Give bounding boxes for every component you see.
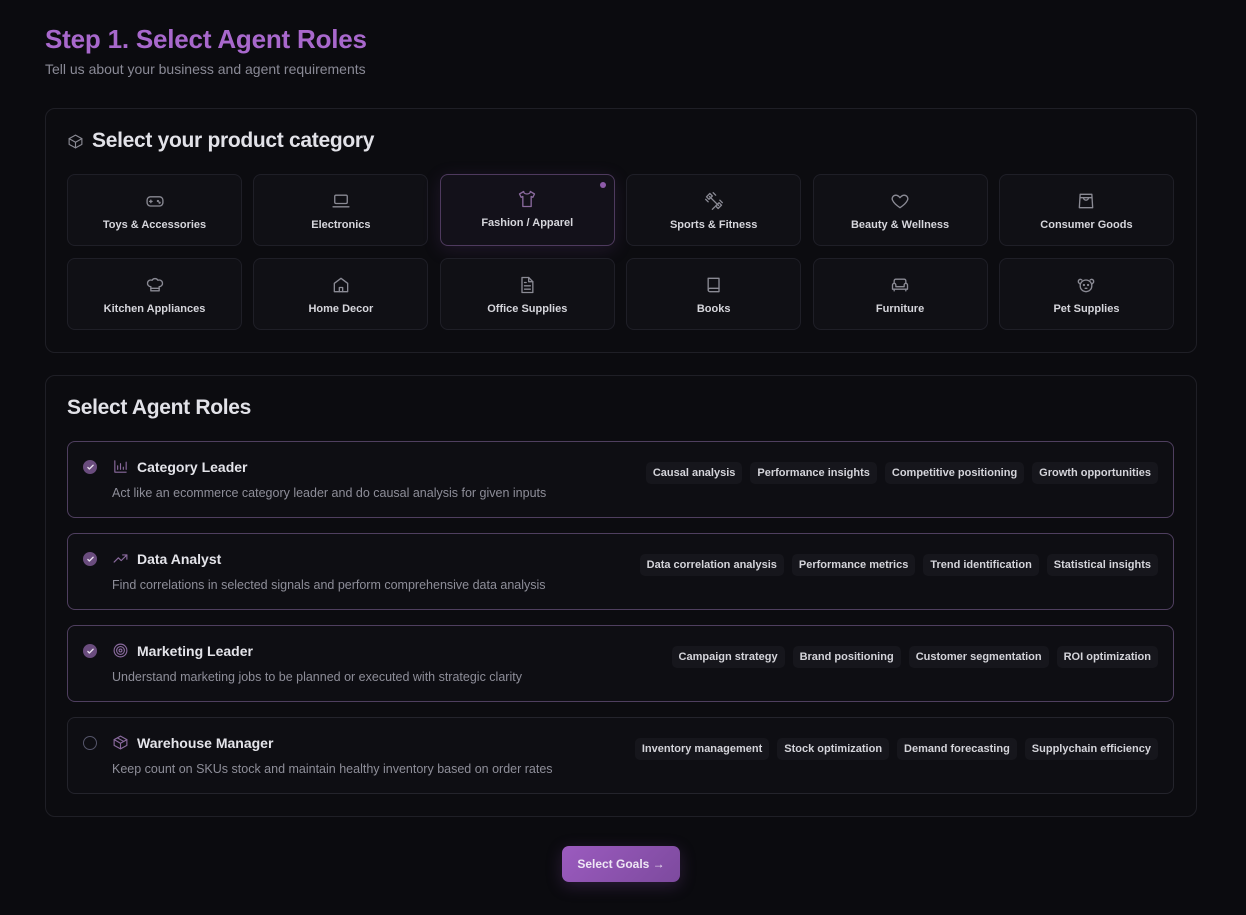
role-tags: Inventory management Stock optimization …: [634, 738, 1158, 760]
chef-hat-icon: [146, 277, 163, 292]
package-icon: [113, 735, 128, 750]
category-tile-electronics[interactable]: Electronics: [253, 174, 429, 246]
role-tag: Demand forecasting: [897, 738, 1017, 760]
role-tag: ROI optimization: [1056, 646, 1158, 668]
category-tile-kitchen[interactable]: Kitchen Appliances: [67, 258, 242, 330]
category-tile-toys[interactable]: Toys & Accessories: [67, 174, 242, 246]
category-label: Pet Supplies: [1053, 303, 1120, 315]
pet-icon: [1078, 278, 1095, 293]
role-description: Act like an ecommerce category leader an…: [112, 486, 547, 500]
shopping-bag-icon: [1079, 193, 1094, 209]
laptop-icon: [332, 194, 350, 208]
check-icon: [86, 556, 94, 562]
role-checkbox[interactable]: [83, 736, 97, 750]
role-tag: Data correlation analysis: [639, 554, 784, 576]
file-text-icon: [521, 276, 534, 294]
role-card-warehouse-manager[interactable]: Warehouse Manager Keep count on SKUs sto…: [67, 717, 1174, 794]
category-tile-books[interactable]: Books: [626, 258, 802, 330]
category-tile-sports[interactable]: Sports & Fitness: [626, 174, 802, 246]
box-icon: [68, 134, 83, 148]
category-tile-beauty[interactable]: Beauty & Wellness: [812, 174, 988, 246]
roles-title: Select Agent Roles: [67, 396, 252, 419]
category-label: Toys & Accessories: [102, 219, 207, 231]
book-icon: [707, 277, 720, 293]
role-tag: Customer segmentation: [908, 646, 1049, 668]
role-description: Find correlations in selected signals an…: [112, 578, 546, 592]
role-name: Marketing Leader: [137, 643, 253, 659]
trending-up-icon: [113, 554, 128, 563]
page-title: Step 1. Select Agent Roles: [45, 24, 367, 54]
select-goals-button[interactable]: Select Goals →: [562, 846, 680, 882]
role-tags: Causal analysis Performance insights Com…: [645, 462, 1158, 484]
role-checkbox[interactable]: [83, 644, 97, 658]
sofa-icon: [891, 278, 909, 292]
role-name: Data Analyst: [137, 551, 222, 567]
agent-roles-card: Select Agent Roles Category Leader Act l…: [45, 375, 1197, 817]
role-description: Keep count on SKUs stock and maintain he…: [112, 762, 553, 776]
check-icon: [86, 464, 94, 470]
role-tag: Inventory management: [634, 738, 770, 760]
role-tags: Campaign strategy Brand positioning Cust…: [671, 646, 1158, 668]
role-name: Warehouse Manager: [137, 735, 274, 751]
page-subtitle: Tell us about your business and agent re…: [45, 61, 366, 77]
category-label: Furniture: [875, 303, 925, 315]
role-tag: Stock optimization: [777, 738, 890, 760]
bar-chart-icon: [114, 460, 127, 473]
gamepad-icon: [145, 196, 164, 207]
category-tile-furniture[interactable]: Furniture: [812, 258, 988, 330]
category-header: Select your product category: [67, 129, 374, 153]
role-tag: Competitive positioning: [884, 462, 1025, 484]
category-tile-consumer-goods[interactable]: Consumer Goods: [998, 174, 1174, 246]
home-icon: [333, 277, 349, 293]
category-label: Sports & Fitness: [669, 219, 758, 231]
role-card-data-analyst[interactable]: Data Analyst Find correlations in select…: [67, 533, 1174, 610]
role-tags: Data correlation analysis Performance me…: [639, 554, 1158, 576]
category-tile-home-decor[interactable]: Home Decor: [253, 258, 429, 330]
dumbbell-icon: [704, 192, 723, 210]
category-label: Books: [696, 303, 731, 315]
role-tag: Campaign strategy: [671, 646, 785, 668]
product-category-card: Select your product category Toys & Acce…: [45, 108, 1197, 353]
category-grid: Toys & Accessories Electronics Fashion /…: [67, 174, 1174, 330]
role-checkbox[interactable]: [83, 552, 97, 566]
category-label: Beauty & Wellness: [850, 219, 950, 231]
role-tag: Causal analysis: [645, 462, 743, 484]
role-tag: Statistical insights: [1046, 554, 1158, 576]
role-tag: Brand positioning: [792, 646, 901, 668]
role-name: Category Leader: [137, 459, 248, 475]
category-label: Fashion / Apparel: [481, 217, 574, 229]
role-card-marketing-leader[interactable]: Marketing Leader Understand marketing jo…: [67, 625, 1174, 702]
category-label: Home Decor: [308, 303, 374, 315]
role-tag: Growth opportunities: [1032, 462, 1158, 484]
check-icon: [86, 648, 94, 654]
category-label: Kitchen Appliances: [103, 303, 206, 315]
category-label: Electronics: [311, 219, 371, 231]
shirt-icon: [519, 190, 536, 208]
category-label: Office Supplies: [487, 303, 568, 315]
role-tag: Supplychain efficiency: [1024, 738, 1158, 760]
role-tag: Performance metrics: [791, 554, 916, 576]
role-checkbox[interactable]: [83, 460, 97, 474]
selected-indicator: [599, 182, 606, 188]
role-tag: Trend identification: [923, 554, 1039, 576]
category-tile-fashion[interactable]: Fashion / Apparel: [439, 174, 615, 246]
category-tile-office[interactable]: Office Supplies: [439, 258, 615, 330]
role-tag: Performance insights: [750, 462, 877, 484]
heart-icon: [891, 194, 909, 209]
role-description: Understand marketing jobs to be planned …: [112, 670, 522, 684]
category-tile-pet[interactable]: Pet Supplies: [998, 258, 1174, 330]
role-card-category-leader[interactable]: Category Leader Act like an ecommerce ca…: [67, 441, 1174, 518]
category-label: Consumer Goods: [1040, 219, 1133, 231]
category-title: Select your product category: [92, 129, 375, 152]
target-icon: [113, 643, 128, 658]
